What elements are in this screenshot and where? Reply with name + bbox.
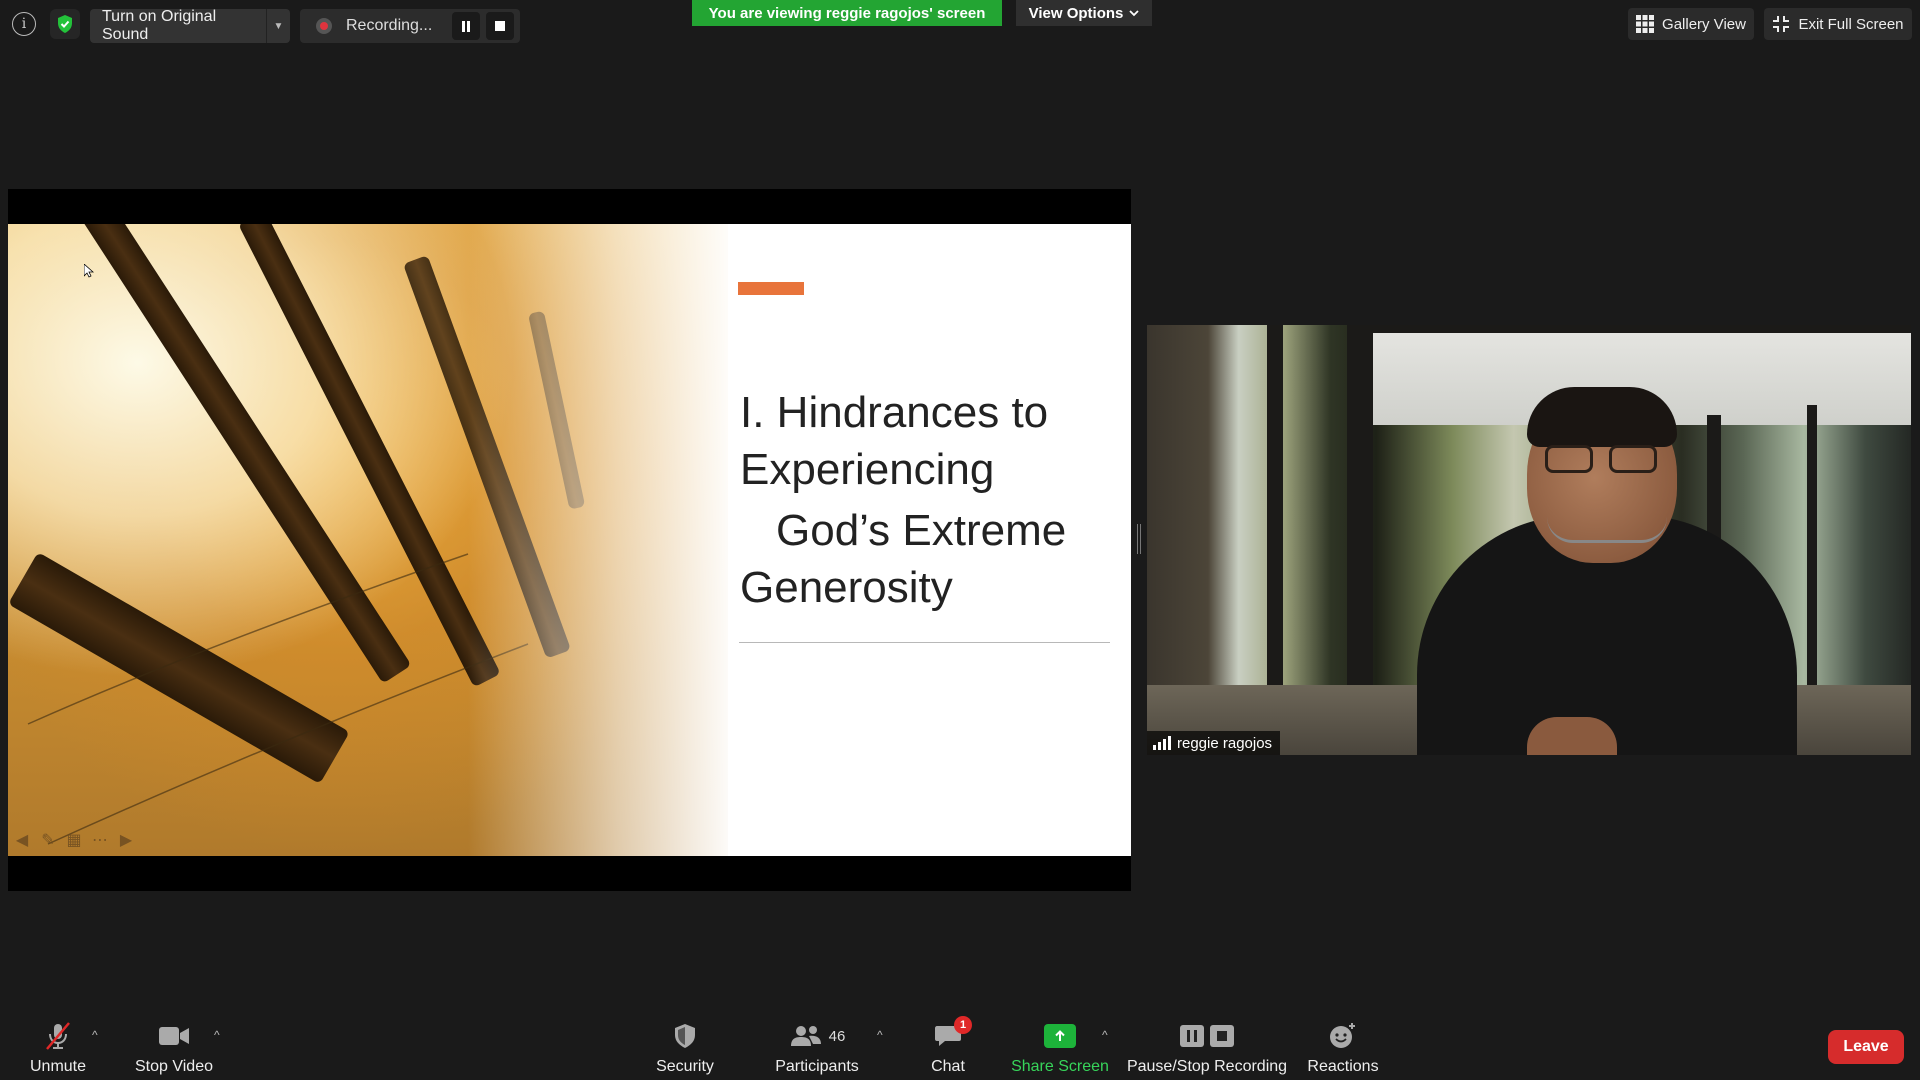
exit-fullscreen-icon	[1773, 16, 1790, 32]
recording-label: Recording...	[346, 17, 433, 34]
share-screen-button[interactable]: Share Screen	[1011, 1018, 1109, 1078]
slideshow-toolbar: ◀ ✎ ▦ ⋯ ▶	[12, 830, 136, 850]
participant-video[interactable]	[1147, 325, 1911, 755]
chevron-down-icon[interactable]: ▼	[266, 9, 290, 43]
participants-label: Participants	[775, 1058, 859, 1075]
info-icon[interactable]: i	[12, 12, 36, 36]
pause-stop-recording-button[interactable]: Pause/Stop Recording	[1126, 1018, 1288, 1078]
video-options-chevron-icon[interactable]: ^	[214, 1028, 220, 1042]
chevron-down-icon	[1129, 10, 1140, 17]
pause-icon	[1180, 1025, 1204, 1047]
share-screen-label: Share Screen	[1011, 1058, 1109, 1075]
exit-full-screen-label: Exit Full Screen	[1798, 15, 1904, 33]
pause-recording-button[interactable]	[452, 12, 480, 40]
slide-divider	[739, 642, 1110, 643]
unmute-button[interactable]: Unmute	[22, 1018, 94, 1078]
audio-options-chevron-icon[interactable]: ^	[92, 1028, 98, 1042]
security-label: Security	[656, 1058, 714, 1075]
shield-icon	[675, 1024, 695, 1048]
share-screen-icon	[1044, 1024, 1076, 1048]
record-dot-icon	[316, 18, 332, 34]
view-options-label: View Options	[1028, 4, 1124, 22]
stop-icon	[1210, 1025, 1234, 1047]
reactions-label: Reactions	[1307, 1058, 1379, 1075]
grid-icon	[1636, 15, 1655, 33]
stop-video-button[interactable]: Stop Video	[134, 1018, 214, 1078]
chat-label: Chat	[931, 1058, 965, 1075]
next-slide-icon[interactable]: ▶	[116, 830, 136, 850]
slides-grid-icon[interactable]: ▦	[64, 830, 84, 850]
slide-title-line: Generosity	[740, 563, 953, 612]
stop-video-label: Stop Video	[135, 1058, 213, 1075]
original-sound-button[interactable]: Turn on Original Sound ▼	[90, 8, 290, 43]
smiley-plus-icon	[1330, 1023, 1355, 1048]
slide-title-line: Experiencing	[740, 445, 995, 494]
stop-icon	[495, 21, 505, 31]
exit-full-screen-button[interactable]: Exit Full Screen	[1764, 8, 1912, 40]
participant-name-tag: reggie ragojos	[1147, 731, 1281, 755]
participants-button[interactable]: 46 Participants	[772, 1018, 862, 1078]
more-options-icon[interactable]: ⋯	[90, 830, 110, 850]
video-camera-icon	[159, 1027, 189, 1045]
chat-unread-badge: 1	[954, 1016, 972, 1034]
view-options-button[interactable]: View Options	[1016, 0, 1152, 26]
gallery-view-button[interactable]: Gallery View	[1628, 8, 1754, 40]
mouse-cursor-icon	[84, 264, 94, 278]
pause-icon	[462, 20, 470, 32]
participants-options-chevron-icon[interactable]: ^	[877, 1028, 883, 1042]
gallery-view-label: Gallery View	[1662, 15, 1746, 33]
recording-indicator: Recording...	[300, 9, 520, 43]
participant-name: reggie ragojos	[1177, 734, 1273, 752]
previous-slide-icon[interactable]: ◀	[12, 830, 32, 850]
panel-resize-handle[interactable]	[1137, 524, 1141, 554]
chat-button[interactable]: 1 Chat	[930, 1016, 972, 1078]
presentation-slide: I. Hindrances to Experiencing God’s Extr…	[8, 224, 1131, 856]
connection-signal-icon	[1153, 736, 1171, 750]
slide-accent-bar	[738, 282, 804, 295]
photo-fade-overlay	[468, 224, 738, 856]
pen-icon[interactable]: ✎	[38, 830, 58, 850]
original-sound-label: Turn on Original Sound	[102, 8, 217, 43]
microphone-muted-icon	[46, 1022, 70, 1050]
share-options-chevron-icon[interactable]: ^	[1102, 1028, 1108, 1042]
pause-stop-recording-label: Pause/Stop Recording	[1126, 1058, 1288, 1075]
slide-title: I. Hindrances to Experiencing God’s Extr…	[740, 384, 1110, 616]
slide-title-line: God’s Extreme	[776, 506, 1067, 555]
viewing-screen-banner: You are viewing reggie ragojos' screen	[692, 0, 1002, 26]
unmute-label: Unmute	[29, 1058, 87, 1075]
participants-icon	[790, 1026, 821, 1046]
security-button[interactable]: Security	[650, 1018, 720, 1078]
leave-button[interactable]: Leave	[1828, 1030, 1904, 1064]
participants-count: 46	[828, 1027, 846, 1045]
shield-check-icon[interactable]	[50, 9, 80, 39]
stop-recording-button[interactable]	[486, 12, 514, 40]
reactions-button[interactable]: Reactions	[1306, 1018, 1380, 1078]
slide-title-line: I. Hindrances to	[740, 388, 1049, 437]
